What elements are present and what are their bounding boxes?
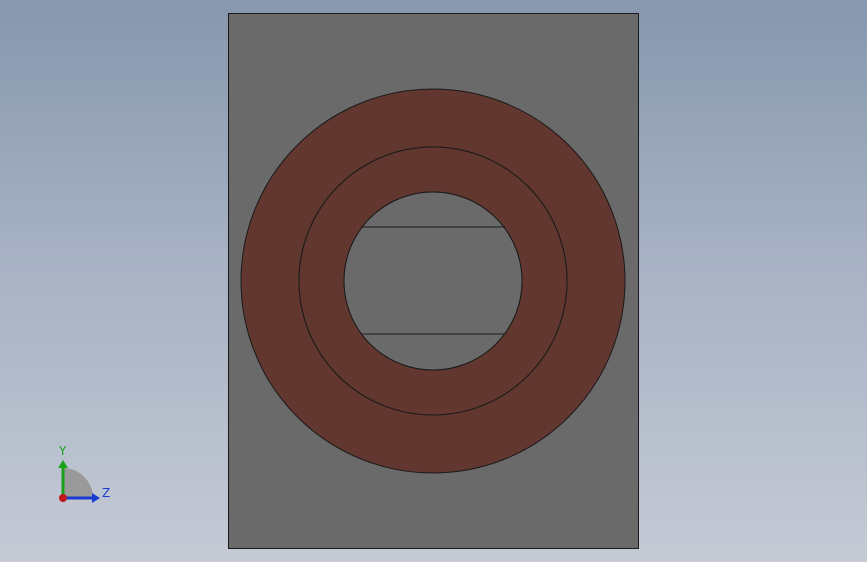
reference-triad[interactable]: Y Z: [50, 440, 120, 510]
model-view[interactable]: [0, 0, 867, 562]
x-axis-dot-icon: [59, 494, 67, 502]
z-axis-label: Z: [102, 486, 110, 500]
y-axis-label: Y: [58, 444, 67, 458]
triad-quadrant: [63, 468, 93, 498]
y-axis-arrow-icon: [58, 460, 68, 468]
bore-hole[interactable]: [343, 191, 523, 371]
z-axis-arrow-icon: [92, 493, 100, 503]
graphics-viewport[interactable]: Y Z: [0, 0, 867, 562]
